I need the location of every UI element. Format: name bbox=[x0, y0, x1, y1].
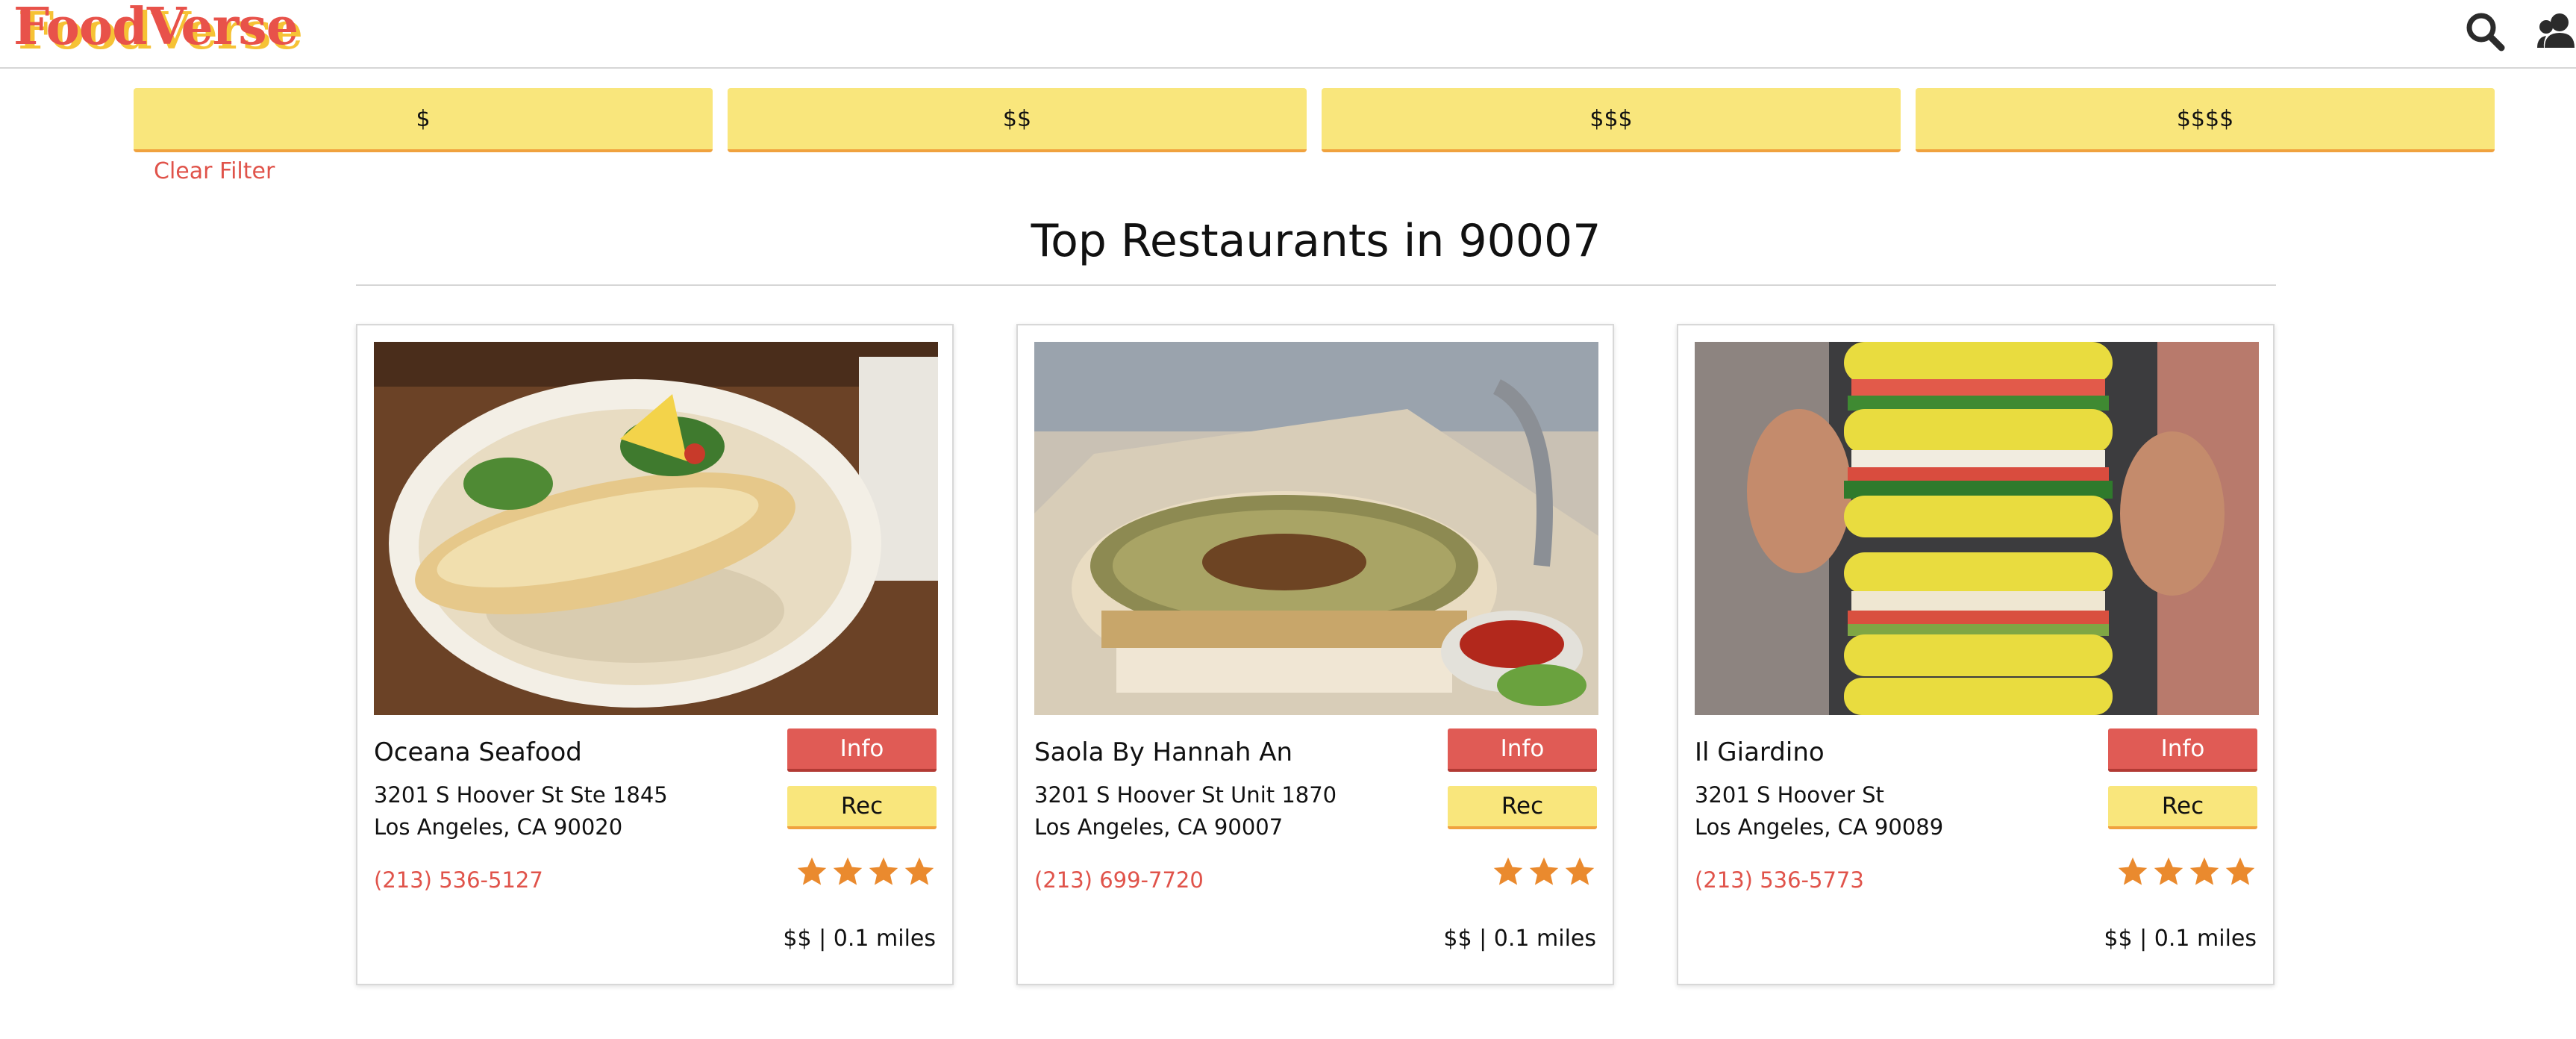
restaurant-photo[interactable] bbox=[1695, 342, 2259, 715]
top-header: FoodVerse bbox=[0, 0, 2576, 69]
restaurant-card: Oceana Seafood 3201 S Hoover St Ste 1845… bbox=[356, 324, 954, 985]
restaurant-address: 3201 S Hoover St Los Angeles, CA 90089 bbox=[1695, 779, 1943, 843]
price-distance: $$ | 0.1 miles bbox=[783, 926, 936, 952]
price-filter-bar: $ $$ $$$ $$$$ bbox=[134, 88, 2498, 154]
restaurant-name[interactable]: Oceana Seafood bbox=[374, 737, 582, 767]
star-icon bbox=[2118, 857, 2148, 885]
restaurant-card: Il Giardino 3201 S Hoover St Los Angeles… bbox=[1677, 324, 2275, 985]
phone-link[interactable]: (213) 536-5127 bbox=[374, 867, 543, 893]
star-rating bbox=[1492, 855, 1596, 888]
info-button[interactable]: Info bbox=[2108, 728, 2257, 772]
star-rating bbox=[795, 855, 936, 888]
logo[interactable]: FoodVerse bbox=[13, 0, 298, 57]
page-title: Top Restaurants in 90007 bbox=[1031, 215, 1601, 267]
address-line-1: 3201 S Hoover St Ste 1845 bbox=[374, 782, 668, 808]
filter-button-2[interactable]: $$ bbox=[728, 88, 1307, 152]
filter-button-1[interactable]: $ bbox=[134, 88, 713, 152]
search-icon[interactable] bbox=[2463, 9, 2507, 57]
rec-button[interactable]: Rec bbox=[2108, 786, 2257, 829]
price-distance: $$ | 0.1 miles bbox=[2104, 926, 2257, 952]
address-line-1: 3201 S Hoover St bbox=[1695, 782, 1884, 808]
star-icon bbox=[2189, 857, 2219, 885]
star-icon bbox=[904, 857, 934, 885]
star-icon bbox=[1529, 857, 1559, 885]
star-icon bbox=[2225, 857, 2255, 885]
address-line-2: Los Angeles, CA 90007 bbox=[1034, 814, 1284, 840]
restaurant-photo[interactable] bbox=[374, 342, 938, 715]
filter-button-4[interactable]: $$$$ bbox=[1916, 88, 2495, 152]
restaurant-address: 3201 S Hoover St Ste 1845 Los Angeles, C… bbox=[374, 779, 668, 843]
address-line-2: Los Angeles, CA 90089 bbox=[1695, 814, 1944, 840]
info-button[interactable]: Info bbox=[1448, 728, 1597, 772]
restaurant-name[interactable]: Saola By Hannah An bbox=[1034, 737, 1292, 767]
address-line-2: Los Angeles, CA 90020 bbox=[374, 814, 623, 840]
filter-button-3[interactable]: $$$ bbox=[1322, 88, 1901, 152]
phone-link[interactable]: (213) 699-7720 bbox=[1034, 867, 1204, 893]
star-icon bbox=[869, 857, 898, 885]
phone-link[interactable]: (213) 536-5773 bbox=[1695, 867, 1864, 893]
star-icon bbox=[797, 857, 827, 885]
address-line-1: 3201 S Hoover St Unit 1870 bbox=[1034, 782, 1337, 808]
star-icon bbox=[1565, 857, 1595, 885]
price-distance: $$ | 0.1 miles bbox=[1443, 926, 1596, 952]
star-icon bbox=[2154, 857, 2183, 885]
restaurant-address: 3201 S Hoover St Unit 1870 Los Angeles, … bbox=[1034, 779, 1337, 843]
star-icon bbox=[1493, 857, 1523, 885]
rec-button[interactable]: Rec bbox=[787, 786, 937, 829]
star-icon bbox=[833, 857, 863, 885]
restaurant-photo[interactable] bbox=[1034, 342, 1598, 715]
restaurant-name[interactable]: Il Giardino bbox=[1695, 737, 1825, 767]
restaurant-card: Saola By Hannah An 3201 S Hoover St Unit… bbox=[1016, 324, 1614, 985]
info-button[interactable]: Info bbox=[787, 728, 937, 772]
title-divider bbox=[356, 284, 2276, 286]
clear-filter-link[interactable]: Clear Filter bbox=[154, 158, 275, 184]
star-rating bbox=[2116, 855, 2257, 888]
users-icon[interactable] bbox=[2537, 9, 2576, 57]
rec-button[interactable]: Rec bbox=[1448, 786, 1597, 829]
